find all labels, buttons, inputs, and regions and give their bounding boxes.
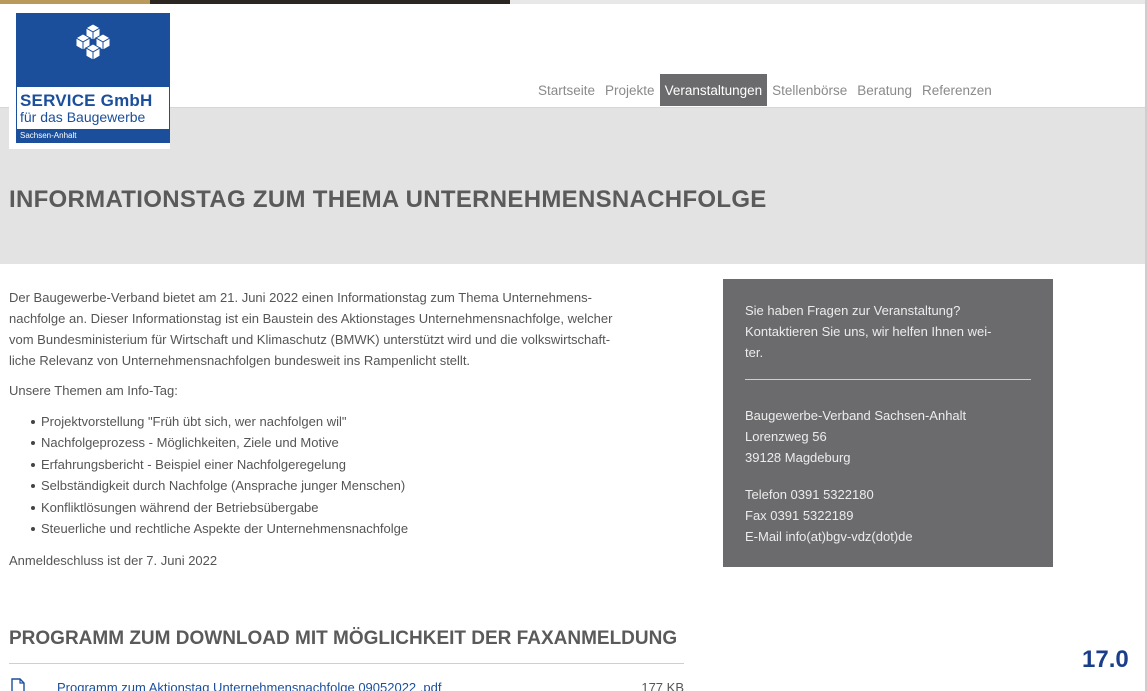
contact-question-line: Sie haben Fragen zur Veranstaltung? [745, 303, 961, 318]
nav-item-projekte[interactable]: Projekte [600, 74, 660, 106]
contact-divider [745, 379, 1031, 380]
list-item: Steuerliche und rechtliche Aspekte der U… [31, 518, 689, 539]
address-line: Baugewerbe-Verband Sachsen-Anhalt [745, 408, 967, 423]
registration-deadline: Anmeldeschluss ist der 7. Juni 2022 [9, 553, 218, 569]
contact-email[interactable]: E-Mail info(at)bgv-vdz(dot)de [745, 529, 913, 544]
logo-frame: SERVICE GmbH für das Baugewerbe Sachsen-… [16, 13, 170, 143]
intro-line: nachfolge an. Dieser Informationstag ist… [9, 311, 613, 326]
list-item: Selbständigkeit durch Nachfolge (Ansprac… [31, 475, 689, 496]
overlay-date-fragment: 17.0 [1082, 646, 1129, 673]
page-title: INFORMATIONSTAG ZUM THEMA UNTERNEHMENSNA… [9, 186, 767, 213]
intro-line: liche Relevanz von Unternehmensnachfolge… [9, 353, 471, 368]
pdf-file-icon [11, 678, 25, 691]
download-link[interactable]: Programm zum Aktionstag Unternehmensnach… [57, 680, 441, 691]
contact-address: Baugewerbe-Verband Sachsen-Anhalt Lorenz… [745, 405, 966, 468]
contact-fax: Fax 0391 5322189 [745, 508, 854, 523]
nav-item-startseite[interactable]: Startseite [533, 74, 600, 106]
intro-paragraph: Der Baugewerbe-Verband bietet am 21. Jun… [9, 287, 689, 371]
intro-line: vom Bundesministerium für Wirtschaft und… [9, 332, 611, 347]
logo-region: Sachsen-Anhalt [17, 129, 169, 142]
section-divider [9, 663, 684, 664]
site-header: Startseite Projekte Veranstaltungen Stel… [0, 4, 1147, 108]
list-item: Projektvorstellung "Früh übt sich, wer n… [31, 411, 689, 432]
title-banner: INFORMATIONSTAG ZUM THEMA UNTERNEHMENSNA… [0, 108, 1147, 264]
themes-list: Projektvorstellung "Früh übt sich, wer n… [9, 411, 689, 539]
list-item: Konfliktlösungen während der Betriebsübe… [31, 497, 689, 518]
intro-line: Der Baugewerbe-Verband bietet am 21. Jun… [9, 290, 592, 305]
nav-item-referenzen[interactable]: Referenzen [917, 74, 997, 106]
contact-phone: Telefon 0391 5322180 [745, 487, 874, 502]
nav-item-stellenboerse[interactable]: Stellenbörse [767, 74, 852, 106]
address-line: 39128 Magdeburg [745, 450, 851, 465]
logo-title: SERVICE GmbH [20, 91, 153, 110]
contact-box: Sie haben Fragen zur Veranstaltung? Kont… [723, 279, 1053, 567]
main-nav: Startseite Projekte Veranstaltungen Stel… [533, 74, 997, 106]
cube-cluster-icon [74, 23, 112, 61]
nav-item-veranstaltungen[interactable]: Veranstaltungen [659, 74, 768, 106]
contact-question-line: ter. [745, 345, 764, 360]
logo-blue-panel [17, 14, 169, 87]
main-content: Der Baugewerbe-Verband bietet am 21. Jun… [9, 287, 689, 571]
list-item: Nachfolgeprozess - Möglichkeiten, Ziele … [31, 432, 689, 453]
address-line: Lorenzweg 56 [745, 429, 827, 444]
nav-item-beratung[interactable]: Beratung [852, 74, 917, 106]
site-logo[interactable]: SERVICE GmbH für das Baugewerbe Sachsen-… [9, 10, 170, 149]
contact-question: Sie haben Fragen zur Veranstaltung? Kont… [745, 300, 1045, 363]
download-row: Programm zum Aktionstag Unternehmensnach… [9, 677, 684, 691]
themes-label: Unsere Themen am Info-Tag: [9, 383, 178, 398]
download-section-title: PROGRAMM ZUM DOWNLOAD MIT MÖGLICHKEIT DE… [9, 628, 678, 649]
file-size: 177 KB [641, 680, 684, 691]
contact-details: Telefon 0391 5322180 Fax 0391 5322189 E-… [745, 484, 913, 547]
contact-question-line: Kontaktieren Sie uns, wir helfen Ihnen w… [745, 324, 992, 339]
logo-subtitle: für das Baugewerbe [20, 109, 146, 125]
list-item: Erfahrungsbericht - Beispiel einer Nachf… [31, 454, 689, 475]
